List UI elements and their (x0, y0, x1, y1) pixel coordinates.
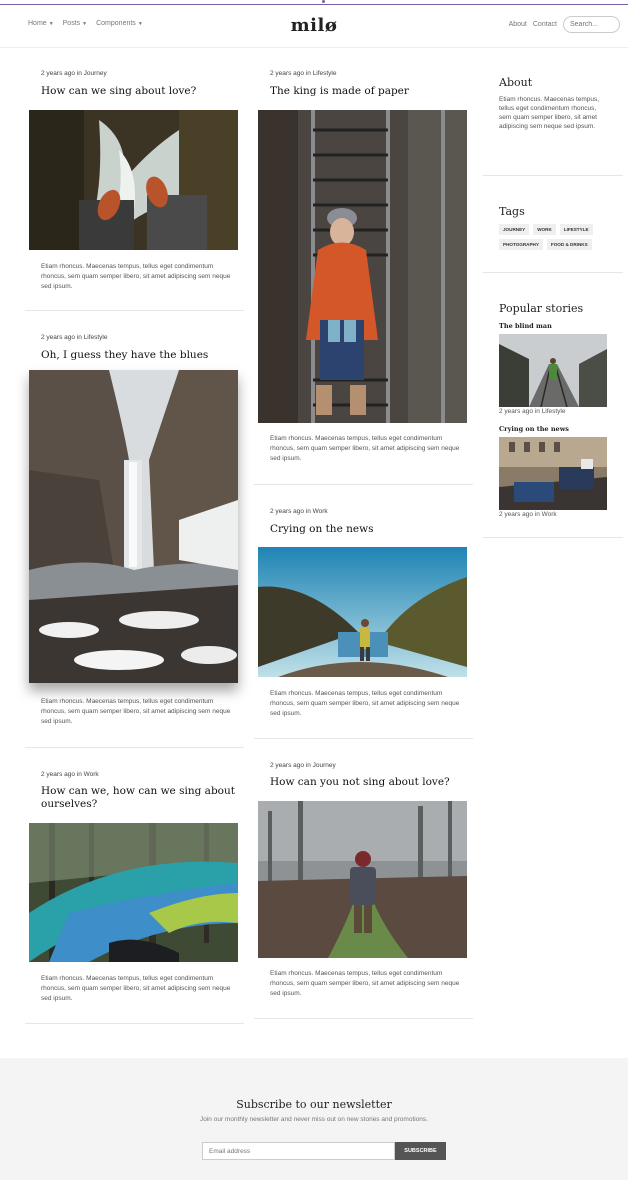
secondary-nav: About Contact (509, 16, 620, 33)
post-card: 2 years ago in Journey How can we sing a… (25, 48, 244, 311)
sidebar-about: About Etiam rhoncus. Maecenas tempus, te… (483, 48, 623, 176)
rooftop-feet-photo (499, 437, 607, 510)
popular-story-image[interactable] (499, 334, 607, 407)
post-title[interactable]: Crying on the news (270, 523, 465, 536)
tag-food-drinks[interactable]: FOOD & DRINKS (546, 239, 592, 250)
post-excerpt: Etiam rhoncus. Maecenas tempus, tellus e… (270, 435, 460, 462)
post-image[interactable] (29, 370, 238, 683)
popular-story-image[interactable] (499, 437, 607, 510)
tag-work[interactable]: WORK (533, 224, 556, 235)
post-card: 2 years ago in Work How can we, how can … (25, 748, 244, 1024)
nav-posts[interactable]: Posts ▼ (63, 20, 87, 27)
waterfall-canyon-photo (29, 370, 238, 683)
top-accent-dot (322, 0, 325, 3)
popular-story-meta: 2 years ago in Lifestyle (499, 408, 566, 415)
sidebar-about-text: Etiam rhoncus. Maecenas tempus, tellus e… (499, 96, 600, 130)
sidebar-popular: Popular stories The blind man 2 years ag… (483, 273, 623, 538)
post-meta: 2 years ago in Lifestyle (270, 70, 337, 77)
mountain-hiker-photo (258, 547, 467, 677)
nav-home[interactable]: Home ▼ (28, 20, 54, 27)
sidebar-tags-title: Tags (499, 205, 525, 218)
post-image[interactable] (258, 801, 467, 958)
nav-contact[interactable]: Contact (533, 21, 557, 28)
nav-components[interactable]: Components ▼ (96, 20, 143, 27)
post-meta: 2 years ago in Journey (270, 762, 336, 769)
foggy-trail-hiker-photo (258, 801, 467, 958)
tag-lifestyle[interactable]: LIFESTYLE (559, 224, 593, 235)
newsletter-subtitle: Join our monthly newsletter and never mi… (200, 1116, 428, 1123)
popular-story-meta: 2 years ago in Work (499, 511, 557, 518)
post-meta: 2 years ago in Work (270, 508, 328, 515)
top-accent-line (0, 0, 628, 5)
post-excerpt: Etiam rhoncus. Maecenas tempus, tellus e… (41, 698, 231, 725)
tag-journey[interactable]: JOURNEY (499, 224, 530, 235)
nav-posts-label: Posts (62, 20, 81, 27)
post-card: 2 years ago in Journey How can you not s… (254, 739, 473, 1019)
hammock-forest-photo (29, 823, 238, 962)
primary-nav: Home ▼ Posts ▼ Components ▼ (28, 20, 143, 27)
girl-on-stairs-photo (258, 110, 467, 423)
nav-home-label: Home (28, 20, 47, 27)
post-meta: 2 years ago in Lifestyle (41, 334, 108, 341)
nav-components-label: Components (96, 20, 136, 27)
chevron-down-icon: ▼ (48, 20, 54, 27)
post-title[interactable]: Oh, I guess they have the blues (41, 349, 236, 362)
post-title[interactable]: How can we, how can we sing about oursel… (41, 785, 236, 811)
site-header: Home ▼ Posts ▼ Components ▼ milø About Cont… (0, 6, 628, 48)
sidebar-tags: Tags JOURNEY WORK LIFESTYLE PHOTOGRAPHY … (483, 176, 623, 273)
waterfall-feet-photo (29, 110, 238, 250)
post-card: 2 years ago in Lifestyle The king is mad… (254, 48, 473, 485)
post-image[interactable] (29, 110, 238, 250)
post-meta: 2 years ago in Work (41, 771, 99, 778)
railroad-photo (499, 334, 607, 407)
tag-photography[interactable]: PHOTOGRAPHY (499, 239, 543, 250)
post-image[interactable] (258, 110, 467, 423)
newsletter-title: Subscribe to our newsletter (236, 1098, 392, 1111)
post-image[interactable] (29, 823, 238, 962)
chevron-down-icon: ▼ (82, 20, 88, 27)
post-card: 2 years ago in Lifestyle Oh, I guess the… (25, 311, 244, 748)
tag-list: JOURNEY WORK LIFESTYLE PHOTOGRAPHY FOOD … (499, 224, 619, 250)
post-title[interactable]: How can you not sing about love? (270, 776, 465, 789)
post-card: 2 years ago in Work Crying on the news E… (254, 485, 473, 739)
search-input[interactable] (563, 16, 620, 33)
chevron-down-icon: ▼ (137, 20, 143, 27)
newsletter-section: Subscribe to our newsletter Join our mon… (0, 1058, 628, 1180)
post-excerpt: Etiam rhoncus. Maecenas tempus, tellus e… (270, 690, 460, 717)
post-image[interactable] (258, 547, 467, 677)
popular-story-title[interactable]: The blind man (499, 322, 552, 330)
email-field[interactable] (202, 1142, 395, 1160)
post-excerpt: Etiam rhoncus. Maecenas tempus, tellus e… (41, 263, 231, 290)
sidebar-popular-title: Popular stories (499, 302, 584, 315)
nav-about[interactable]: About (509, 21, 527, 28)
popular-story-title[interactable]: Crying on the news (499, 425, 569, 433)
sidebar-about-title: About (499, 76, 533, 89)
subscribe-button[interactable]: SUBSCRIBE (395, 1142, 446, 1160)
post-title[interactable]: How can we sing about love? (41, 85, 236, 98)
post-excerpt: Etiam rhoncus. Maecenas tempus, tellus e… (270, 970, 460, 997)
post-title[interactable]: The king is made of paper (270, 85, 465, 98)
post-excerpt: Etiam rhoncus. Maecenas tempus, tellus e… (41, 975, 231, 1002)
post-meta: 2 years ago in Journey (41, 70, 107, 77)
